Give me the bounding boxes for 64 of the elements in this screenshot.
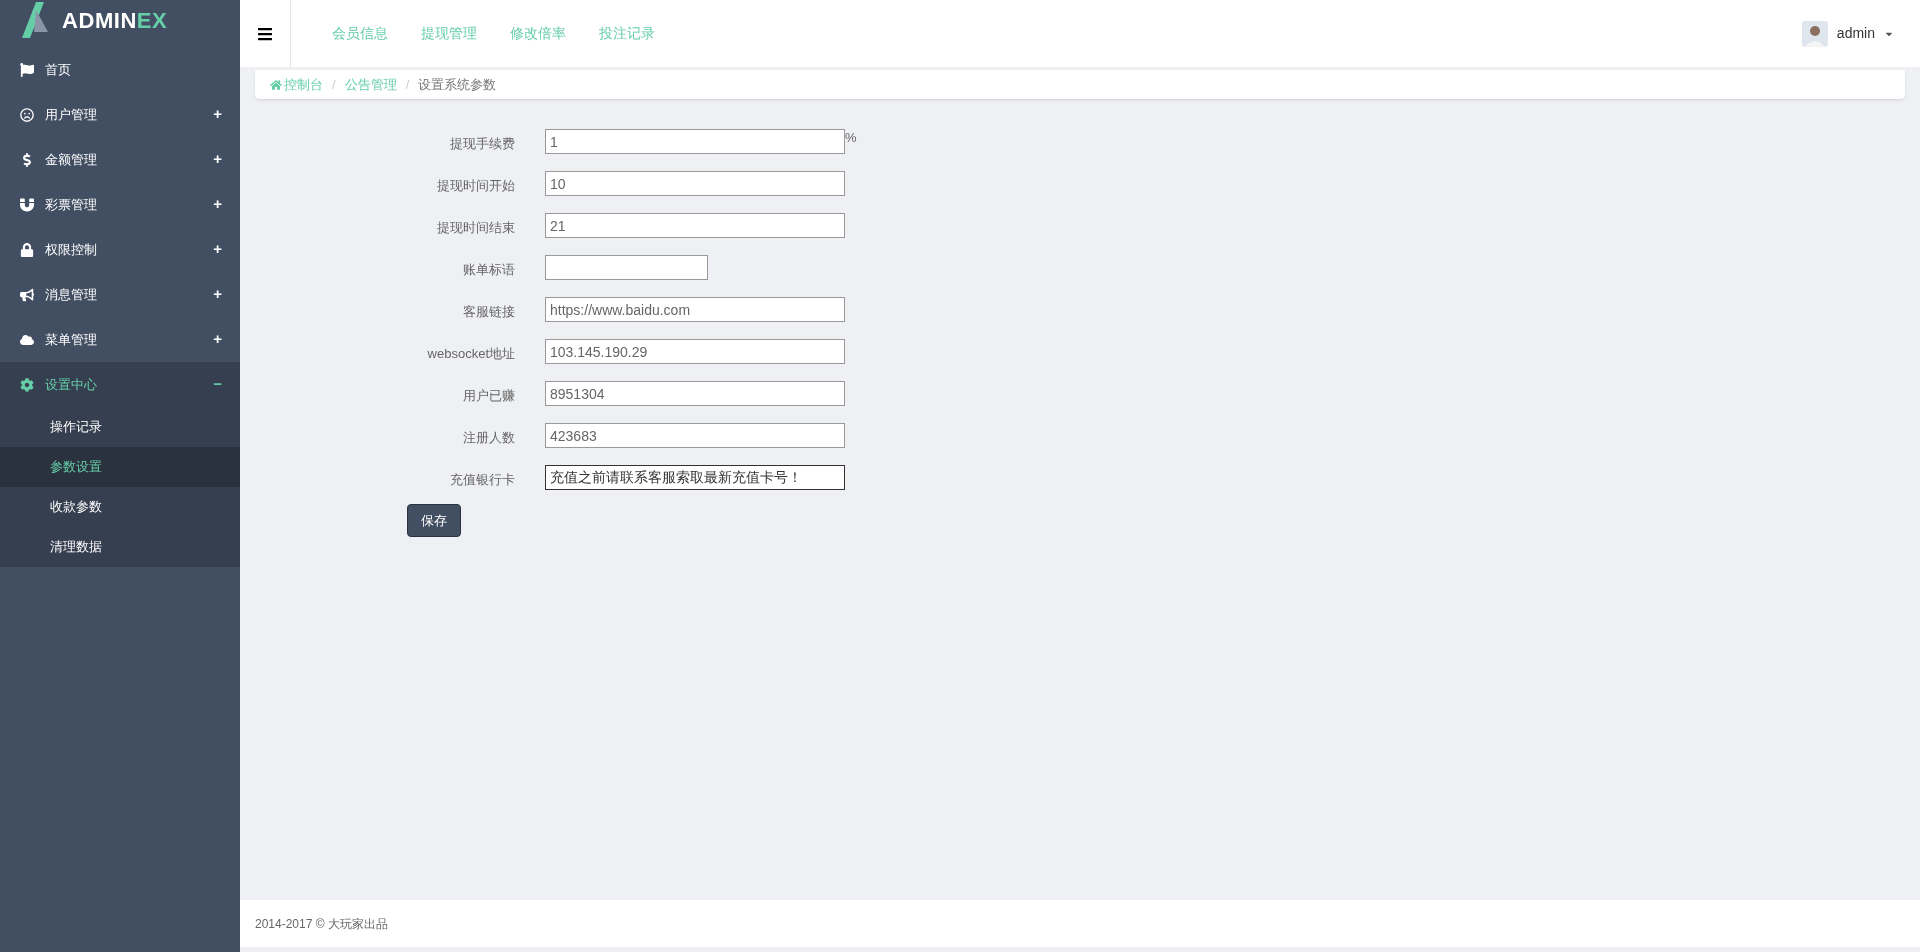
expander-icon: + [213, 103, 222, 126]
submenu-item[interactable]: 清理数据 [0, 527, 240, 567]
sidebar-item-label: 彩票管理 [45, 195, 98, 214]
sidebar-item-label: 消息管理 [45, 285, 98, 304]
lock-icon [20, 242, 34, 257]
sidebar-item[interactable]: 设置中心 − [0, 362, 240, 407]
field-label: websocket地址 [426, 344, 515, 363]
breadcrumb-separator: / [405, 75, 410, 94]
input-field[interactable]: 充值之前请联系客服索取最新充值卡号！ [545, 465, 845, 490]
unit-label: % [845, 129, 857, 147]
input-field[interactable] [545, 255, 708, 280]
sidebar-item[interactable]: 彩票管理 + [0, 182, 240, 227]
sidebar-item-label: 菜单管理 [45, 330, 98, 349]
expander-icon: + [213, 328, 222, 351]
field-label: 提现时间开始 [436, 176, 515, 195]
sidebar-item-label: 首页 [45, 60, 72, 79]
menu-icon[interactable] [257, 25, 273, 42]
input-field[interactable]: 8951304 [545, 381, 845, 406]
home-icon [270, 78, 282, 91]
submenu-item[interactable]: 收款参数 [0, 487, 240, 527]
sidebar-item[interactable]: 金额管理 + [0, 137, 240, 182]
submenu-item[interactable]: 参数设置 [0, 447, 240, 487]
dollar-icon [20, 152, 34, 167]
user-name[interactable]: admin [1836, 23, 1875, 44]
sidebar-item[interactable]: 首页 [0, 47, 240, 92]
megaphone-icon [20, 287, 34, 302]
breadcrumb-separator: / [332, 75, 336, 94]
sidebar-item-label: 金额管理 [45, 150, 98, 169]
sidebar-item-label: 权限控制 [45, 240, 98, 259]
field-label: 提现时间结束 [436, 218, 515, 237]
sidebar-item-label: 设置中心 [45, 375, 98, 394]
sidebar-item[interactable]: 消息管理 + [0, 272, 240, 317]
submenu-item[interactable]: 操作记录 [0, 407, 240, 447]
field-label: 客服链接 [462, 302, 515, 321]
input-field[interactable]: 103.145.190.29 [545, 339, 845, 364]
field-label: 注册人数 [462, 428, 515, 447]
input-field[interactable]: 10 [545, 171, 845, 196]
face-icon [20, 107, 34, 122]
avatar [1801, 20, 1828, 47]
footer-text: 2014-2017 © 大玩家出品 [255, 915, 388, 933]
input-field[interactable]: 423683 [545, 423, 845, 448]
sidebar-item[interactable]: 用户管理 + [0, 92, 240, 137]
sidebar-item-label: 用户管理 [45, 105, 98, 124]
logo-text: ADMINEX [62, 6, 168, 35]
input-field[interactable]: https://www.baidu.com [545, 297, 845, 322]
cloud-icon [20, 332, 34, 347]
field-label: 提现手续费 [449, 134, 515, 153]
flag-icon [20, 62, 34, 77]
expander-icon: − [213, 373, 222, 396]
expander-icon: + [213, 193, 222, 216]
field-label: 账单标语 [462, 260, 515, 279]
gear-icon [20, 377, 34, 392]
magnet-icon [20, 197, 34, 212]
input-field[interactable]: 1 [545, 129, 845, 154]
expander-icon: + [213, 238, 222, 261]
sidebar-item[interactable]: 权限控制 + [0, 227, 240, 272]
expander-icon: + [213, 283, 222, 306]
save-button[interactable]: 保存 [407, 504, 461, 537]
breadcrumb-item: 设置系统参数 [418, 75, 497, 94]
expander-icon: + [213, 148, 222, 171]
field-label: 充值银行卡 [449, 470, 515, 489]
field-label: 用户已赚 [462, 386, 515, 405]
sidebar-item[interactable]: 菜单管理 + [0, 317, 240, 362]
input-field[interactable]: 21 [545, 213, 845, 238]
